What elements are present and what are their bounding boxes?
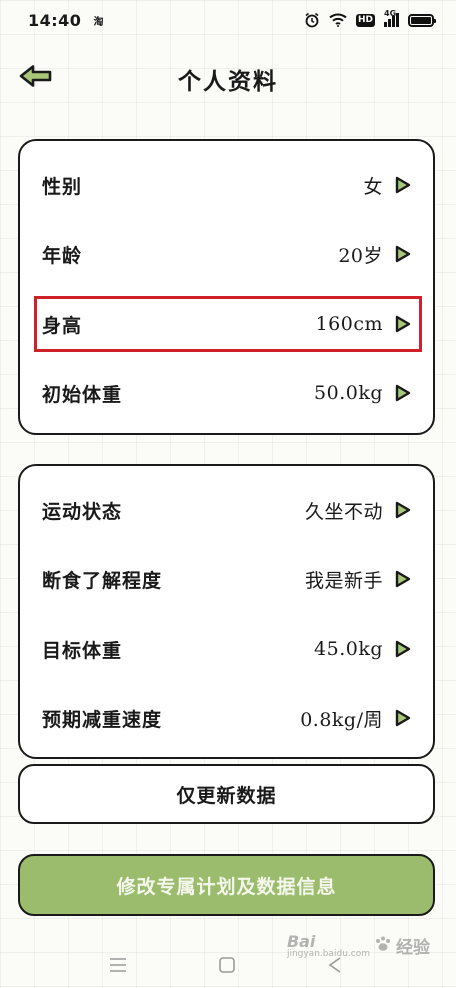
activity-level-row[interactable]: 运动状态 久坐不动: [20, 488, 433, 532]
initial-weight-row[interactable]: 初始体重 50.0kg: [20, 371, 433, 415]
hd-icon: HD: [355, 13, 375, 27]
row-label: 断食了解程度: [42, 569, 163, 592]
wifi-icon: [329, 13, 347, 27]
header: 个人资料: [0, 50, 456, 106]
goal-info-card: 运动状态 久坐不动 断食了解程度 我是新手 目标体重 45.0kg 预期减重速度…: [18, 464, 435, 759]
row-value: 50.0kg: [314, 382, 383, 404]
row-value: 0.8kg/周: [300, 708, 383, 731]
play-arrow-icon: [395, 384, 411, 402]
home-icon[interactable]: [214, 954, 240, 976]
play-arrow-icon: [395, 570, 411, 588]
age-row[interactable]: 年龄 20岁: [20, 232, 433, 276]
play-arrow-icon: [395, 709, 411, 727]
battery-icon: [408, 13, 436, 27]
row-value: 久坐不动: [304, 500, 383, 523]
gender-row[interactable]: 性别 女: [20, 163, 433, 207]
row-value: 我是新手: [304, 569, 383, 592]
row-label: 目标体重: [42, 639, 123, 662]
play-arrow-icon: [395, 501, 411, 519]
watermark-url: jingyan.baidu.com: [286, 949, 370, 959]
paw-icon: [374, 935, 392, 957]
watermark-suffix: 经验: [396, 938, 430, 958]
update-data-only-button[interactable]: 仅更新数据: [18, 764, 435, 824]
baidu-jingyan-watermark: Bai jingyan.baidu.com 经验: [287, 932, 430, 959]
row-value: 160cm: [315, 313, 383, 335]
play-arrow-icon: [395, 176, 411, 194]
basic-info-card: 性别 女 年龄 20岁 身高 160cm 初始体重 50.0kg: [18, 139, 435, 435]
play-arrow-icon: [395, 315, 411, 333]
page-title: 个人资料: [178, 68, 278, 95]
row-label: 性别: [42, 175, 83, 198]
target-weight-row[interactable]: 目标体重 45.0kg: [20, 627, 433, 671]
signal-icon: 4G: [384, 9, 399, 27]
menu-icon[interactable]: [105, 954, 131, 976]
height-row[interactable]: 身高 160cm: [20, 302, 433, 346]
fasting-knowledge-row[interactable]: 断食了解程度 我是新手: [20, 557, 433, 601]
row-value: 45.0kg: [314, 638, 383, 660]
taobao-icon: 淘: [93, 16, 104, 28]
row-label: 运动状态: [42, 500, 123, 523]
row-label: 年龄: [42, 244, 83, 267]
play-arrow-icon: [395, 640, 411, 658]
alarm-icon: [304, 12, 320, 28]
row-label: 身高: [42, 314, 83, 337]
row-value: 女: [363, 175, 383, 198]
signal-label: 4G: [384, 9, 397, 18]
row-label: 初始体重: [42, 383, 123, 406]
row-label: 预期减重速度: [42, 708, 163, 731]
status-icons: HD 4G: [304, 9, 436, 28]
update-plan-button[interactable]: 修改专属计划及数据信息: [18, 854, 435, 916]
status-bar: 14:40 淘 HD 4G: [0, 0, 456, 40]
play-arrow-icon: [395, 245, 411, 263]
row-value: 20岁: [338, 244, 383, 267]
status-time: 14:40: [28, 10, 82, 30]
weight-loss-speed-row[interactable]: 预期减重速度 0.8kg/周: [20, 696, 433, 740]
